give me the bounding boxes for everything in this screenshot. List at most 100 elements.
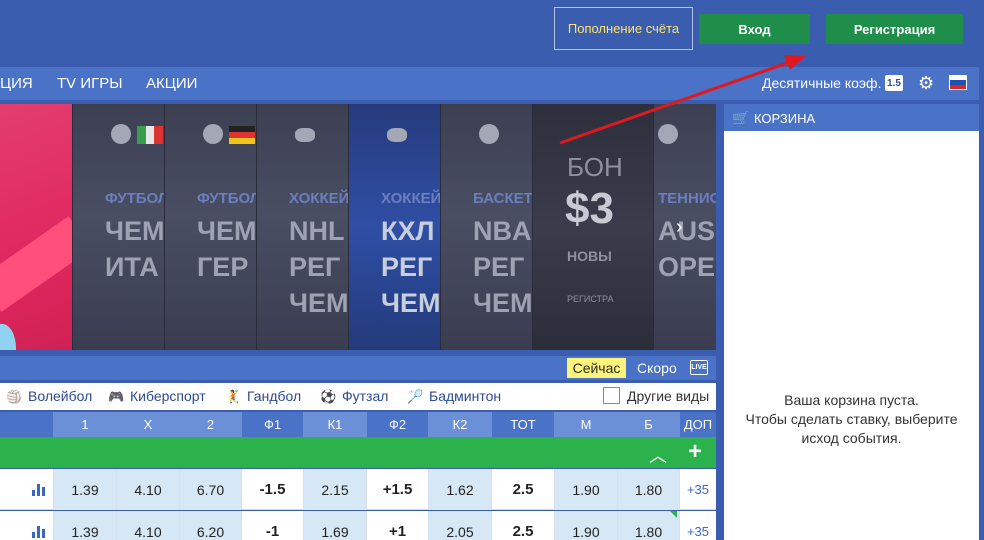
events-filter-bar: Сейчас Скоро LIVE	[0, 356, 716, 380]
sport-item-badminton[interactable]: 🏸 Бадминтон	[407, 388, 501, 405]
odds-format-selector[interactable]: Десятичные коэф.	[762, 75, 881, 91]
banner-card-line: КХЛ	[381, 216, 435, 246]
banner-card-line: ЧЕМ	[105, 216, 164, 246]
handicap-cell: -1.5	[241, 469, 303, 510]
banner-card-bonus[interactable]: БОН $3 НОВЫ РЕГИСТРА	[532, 104, 653, 350]
odds-format-badge[interactable]: 1.5	[885, 75, 903, 91]
login-button[interactable]: Вход	[699, 14, 810, 44]
nav-item-tv-games[interactable]: TV ИГРЫ	[57, 75, 123, 92]
hockey-puck-icon	[295, 128, 315, 142]
gear-icon[interactable]: ⚙	[918, 74, 934, 92]
banner-card-sport: ХОККЕЙ	[289, 190, 348, 207]
odds-change-indicator	[670, 511, 677, 518]
banner-card-line: OPE	[658, 252, 716, 282]
tab-now[interactable]: Сейчас	[567, 358, 626, 378]
col-header: 1	[53, 412, 116, 437]
banner-card-basketball-nba[interactable]: БАСКЕТ NBA РЕГ ЧЕМ	[440, 104, 532, 350]
register-button[interactable]: Регистрация	[826, 14, 963, 44]
odds-cell[interactable]: 1.69	[303, 511, 366, 540]
tennis-ball-icon	[658, 124, 678, 144]
empty-line: Чтобы сделать ставку, выберите	[745, 411, 958, 427]
football-icon	[111, 124, 131, 144]
sport-item-handball[interactable]: 🤾 Гандбол	[225, 388, 301, 405]
odds-cell[interactable]: 1.90	[554, 469, 617, 510]
odds-cell[interactable]: 1.39	[53, 469, 116, 510]
banner-card-line: ЧЕМ	[197, 216, 256, 246]
odds-cell[interactable]: 4.10	[116, 469, 179, 510]
hero-promo-image[interactable]	[0, 104, 92, 350]
plus-icon[interactable]: +	[688, 438, 702, 466]
more-markets-link[interactable]: +35	[679, 469, 716, 510]
betslip-title: КОРЗИНА	[754, 111, 816, 126]
russian-flag-icon[interactable]	[949, 75, 967, 90]
sport-item-esports[interactable]: 🎮 Киберспорт	[108, 388, 206, 405]
bonus-footnote: РЕГИСТРА	[567, 294, 614, 304]
odds-table-header: 1 X 2 Ф1 К1 Ф2 К2 ТОТ М Б ДОП	[0, 412, 716, 437]
bonus-title: БОН	[567, 152, 623, 182]
other-sports-checkbox[interactable]	[603, 387, 620, 404]
cart-icon: 🛒	[732, 110, 750, 126]
table-row: 1.39 4.10 6.70 -1.5 2.15 +1.5 1.62 2.5 1…	[0, 469, 716, 510]
sports-filter-row: 🏐 Волейбол 🎮 Киберспорт 🤾 Гандбол ⚽ Футзал 🏸…	[0, 383, 716, 410]
col-header: ДОП	[679, 412, 716, 437]
nav-item-promotions[interactable]: АКЦИИ	[146, 75, 197, 92]
odds-cell[interactable]: 1.39	[53, 511, 116, 540]
banner-card-line: ЧЕМ	[473, 288, 532, 318]
sport-item-volleyball[interactable]: 🏐 Волейбол	[6, 388, 92, 405]
empty-line: исход события.	[801, 430, 902, 446]
bonus-amount: $3	[565, 184, 614, 233]
col-header: ТОТ	[491, 412, 554, 437]
col-header: М	[554, 412, 617, 437]
futsal-icon: ⚽	[320, 389, 337, 404]
odds-cell[interactable]: 6.70	[179, 469, 241, 510]
volleyball-icon: 🏐	[6, 389, 23, 404]
gamepad-icon: 🎮	[108, 389, 125, 404]
col-header: К2	[428, 412, 491, 437]
promo-banner-carousel[interactable]: ФУТБОЛ ЧЕМ ИТА ФУТБОЛ ЧЕМ ГЕР ХОККЕЙ NHL…	[0, 104, 716, 350]
chevron-up-icon[interactable]: ︿	[649, 442, 667, 468]
statistics-icon[interactable]	[32, 483, 46, 496]
banner-card-hockey-khl[interactable]: ХОККЕЙ КХЛ РЕГ ЧЕМ	[348, 104, 440, 350]
odds-cell[interactable]: 1.62	[428, 469, 491, 510]
col-header: К1	[303, 412, 366, 437]
hockey-puck-icon	[387, 128, 407, 142]
banner-card-hockey-nhl[interactable]: ХОККЕЙ NHL РЕГ ЧЕМ	[256, 104, 348, 350]
statistics-icon[interactable]	[32, 525, 46, 538]
banner-card-sport: ТЕННИС	[658, 190, 716, 207]
other-sports-label[interactable]: Другие виды	[627, 388, 709, 404]
nav-item-partial[interactable]: ЦИЯ	[0, 75, 33, 92]
live-tv-icon[interactable]: LIVE	[690, 360, 708, 375]
col-header: Ф2	[366, 412, 428, 437]
sport-label: Футзал	[342, 388, 389, 404]
betslip-empty-message: Ваша корзина пуста. Чтобы сделать ставку…	[724, 391, 979, 448]
odds-cell[interactable]: 2.15	[303, 469, 366, 510]
tab-soon[interactable]: Скоро	[637, 360, 677, 376]
banner-card-sport: ФУТБОЛ	[197, 190, 256, 207]
handball-icon: 🤾	[225, 389, 242, 404]
table-row: 1.39 4.10 6.20 -1 1.69 +1 2.05 2.5 1.90 …	[0, 511, 716, 540]
basketball-icon	[479, 124, 499, 144]
col-header: 2	[179, 412, 241, 437]
carousel-next-icon[interactable]: ›	[676, 216, 683, 239]
banner-card-football-germany[interactable]: ФУТБОЛ ЧЕМ ГЕР	[164, 104, 256, 350]
col-header: X	[116, 412, 179, 437]
banner-card-tennis[interactable]: ТЕННИС AUS OPE	[653, 104, 716, 350]
handicap-cell: -1	[241, 511, 303, 540]
sport-item-futsal[interactable]: ⚽ Футзал	[320, 388, 388, 405]
betslip-panel: Ваша корзина пуста. Чтобы сделать ставку…	[724, 131, 979, 540]
banner-card-line: ГЕР	[197, 252, 249, 282]
odds-cell[interactable]: 2.05	[428, 511, 491, 540]
banner-card-line: РЕГ	[289, 252, 341, 282]
banner-card-sport: ФУТБОЛ	[105, 190, 164, 207]
odds-cell[interactable]: 6.20	[179, 511, 241, 540]
odds-cell[interactable]: 1.80	[617, 469, 679, 510]
banner-card-football-italy[interactable]: ФУТБОЛ ЧЕМ ИТА	[72, 104, 164, 350]
more-markets-link[interactable]: +35	[679, 511, 716, 540]
odds-cell[interactable]: 4.10	[116, 511, 179, 540]
banner-card-line: NBA	[473, 216, 532, 246]
football-icon	[203, 124, 223, 144]
odds-cell[interactable]: 1.90	[554, 511, 617, 540]
topup-button[interactable]: Пополнение счёта	[554, 7, 693, 50]
sport-label: Гандбол	[247, 388, 302, 404]
sport-label: Киберспорт	[130, 388, 206, 404]
